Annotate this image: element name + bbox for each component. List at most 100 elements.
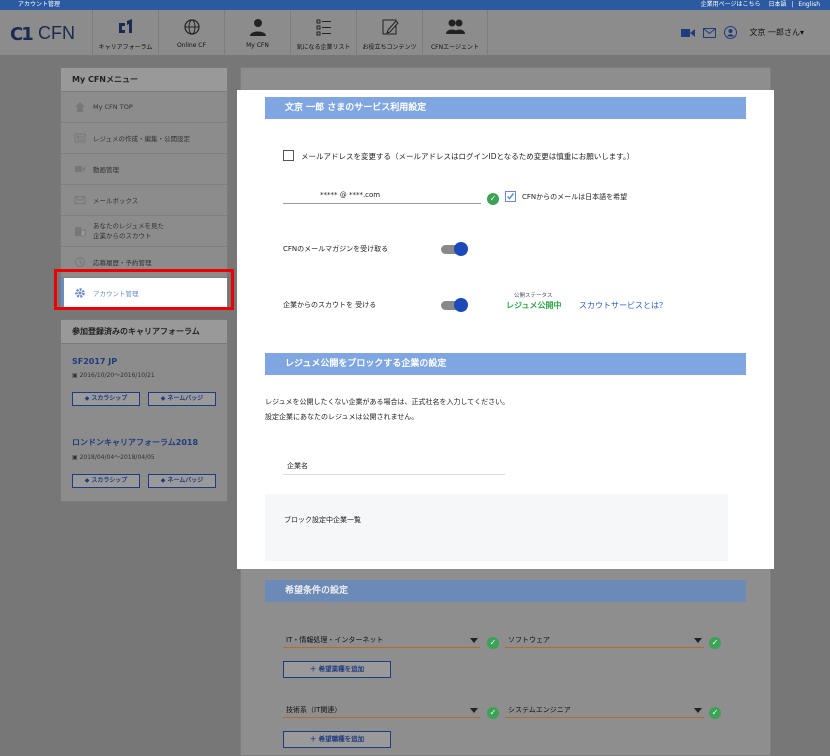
list-icon	[316, 19, 331, 36]
block-description-2: 設定企業にあなたのレジュメは公開されません。	[265, 413, 419, 421]
sidebar-item-label: 動画管理	[93, 166, 119, 174]
cf-logo-icon	[118, 19, 132, 33]
change-email-label: メールアドレスを変更する（メールアドレスはログインIDとなるため変更は慎重にお願…	[301, 152, 635, 161]
scholarship-label: スカラシップ	[91, 395, 128, 402]
nav-useful-content[interactable]: お役立ちコンテンツ	[356, 10, 422, 56]
add-industry-button[interactable]: ＋ 希望業種を追加	[283, 661, 391, 678]
check-icon: ✓	[487, 707, 499, 719]
public-status-value: レジュメ公開中	[506, 301, 562, 310]
name-badge-label: ネームバッジ	[167, 477, 204, 484]
lang-separator: |	[791, 1, 794, 8]
forum-name[interactable]: SF2017 JP	[72, 357, 216, 366]
japanese-mail-label: CFNからのメールは日本語を希望	[522, 193, 628, 201]
corporate-page-link[interactable]: 企業用ページはこちら	[701, 1, 761, 8]
magazine-label: CFNのメールマガジンを受け取る	[283, 245, 389, 253]
email-field[interactable]: ***** @ ****.com	[283, 188, 481, 204]
magazine-toggle[interactable]	[441, 242, 468, 256]
company-name-input[interactable]: 企業名	[283, 457, 505, 475]
sidebar-item-label: あなたのレジュメを見た 企業からのスカウト	[93, 221, 164, 241]
sidebar-item-label: My CFN TOP	[93, 103, 133, 111]
toggle-knob	[454, 242, 468, 256]
sidebar-item-label-line2: 企業からのスカウト	[93, 232, 152, 240]
select-value: 技術系（IT関連）	[286, 706, 342, 714]
job-select-2[interactable]: システムエンジニア	[505, 704, 704, 718]
forum-buttons: ◆ スカラシップ ◆ ネームバッジ	[72, 392, 216, 406]
forum-date-text: 2018/04/04〜2018/04/05	[79, 454, 155, 461]
dropdown-arrow-icon	[694, 638, 702, 643]
top-bar: アカウント管理 企業用ページはこちら 日本語 | English	[0, 0, 830, 10]
company-name-placeholder: 企業名	[287, 462, 308, 470]
dropdown-arrow-icon	[470, 638, 478, 643]
sidebar-item-mailbox[interactable]: メールボックス	[61, 185, 227, 216]
nav-cfn-agent[interactable]: CFNエージェント	[422, 10, 488, 56]
mail-icon	[74, 196, 86, 204]
forum-date: ▣ 2016/10/20〜2016/10/21	[72, 370, 216, 379]
nav-online-cf[interactable]: Online CF	[158, 10, 224, 56]
nav-label: お役立ちコンテンツ	[362, 44, 417, 51]
add-job-button[interactable]: ＋ 希望職種を追加	[283, 731, 391, 748]
video-icon	[75, 166, 85, 172]
forum-name[interactable]: ロンドンキャリアフォーラム2018	[72, 437, 216, 448]
forum-buttons: ◆ スカラシップ ◆ ネームバッジ	[72, 474, 216, 488]
sidebar-item-top[interactable]: My CFN TOP	[61, 92, 227, 123]
cfn-logo[interactable]: C1 CFN	[10, 20, 86, 45]
scout-service-link[interactable]: スカウトサービスとは？	[579, 300, 667, 311]
sidebar-item-account[interactable]: アカウント管理	[61, 278, 227, 309]
sidebar-item-video[interactable]: 動画管理	[61, 154, 227, 185]
forum-entry: SF2017 JP ▣ 2016/10/20〜2016/10/21 ◆ スカラシ…	[72, 357, 216, 406]
nav-career-forum[interactable]: キャリアフォーラム	[92, 10, 158, 56]
nav-my-cfn[interactable]: My CFN	[224, 10, 290, 56]
forum-entry: ロンドンキャリアフォーラム2018 ▣ 2018/04/04〜2018/04/0…	[72, 437, 216, 488]
globe-icon	[183, 19, 200, 35]
dropdown-arrow-icon	[694, 708, 702, 713]
select-value: システムエンジニア	[508, 706, 571, 714]
job-select-1[interactable]: 技術系（IT関連）	[283, 704, 480, 718]
user-menu[interactable]: 文京 一郎さん▾	[749, 27, 804, 38]
nav-favorite-companies[interactable]: 気になる企業リスト	[290, 10, 356, 56]
scholarship-button[interactable]: ◆ スカラシップ	[72, 392, 140, 406]
nav-label: Online CF	[177, 42, 206, 49]
mail-icon[interactable]	[703, 27, 717, 38]
check-icon: ✓	[709, 637, 721, 649]
industry-select-1[interactable]: IT・情報処理・インターネット	[283, 634, 480, 648]
calendar-icon: ▣	[72, 372, 80, 379]
block-settings-title: レジュメ公開をブロックする企業の設定	[265, 353, 746, 375]
nav-label: My CFN	[246, 42, 269, 49]
lang-ja-link[interactable]: 日本語	[768, 1, 786, 8]
my-cfn-menu: My CFNメニュー My CFN TOP レジュメの作成・編集・公開設定 動画…	[60, 67, 228, 310]
industry-select-2[interactable]: ソフトウェア	[505, 634, 704, 648]
nav-label: キャリアフォーラム	[98, 44, 153, 51]
nav-label: 気になる企業リスト	[296, 44, 351, 51]
gear-icon	[75, 288, 85, 298]
name-badge-button[interactable]: ◆ ネームバッジ	[148, 474, 216, 488]
sidebar-item-label: レジュメの作成・編集・公開設定	[93, 135, 191, 143]
user-avatar-icon[interactable]	[724, 26, 738, 39]
blocked-companies-list: ブロック設定中企業一覧	[265, 494, 728, 561]
main-nav: キャリアフォーラム Online CF My CFN 気になる企業リスト お役立…	[92, 10, 488, 56]
scholarship-button[interactable]: ◆ スカラシップ	[72, 474, 140, 488]
check-icon: ✓	[487, 637, 499, 649]
block-description-1: レジュメを公開したくない企業がある場合は、正式社名を入力してください。	[265, 398, 510, 406]
scout-toggle[interactable]	[441, 298, 468, 312]
toggle-knob	[454, 298, 468, 312]
people-icon	[446, 19, 465, 34]
resume-icon	[74, 133, 86, 143]
check-icon: ✓	[709, 707, 721, 719]
name-badge-button[interactable]: ◆ ネームバッジ	[148, 392, 216, 406]
registered-forums: 参加登録済みのキャリアフォーラム SF2017 JP ▣ 2016/10/20〜…	[60, 319, 228, 502]
logo-text: CFN	[38, 23, 75, 43]
name-badge-label: ネームバッジ	[167, 395, 204, 402]
lang-en-link[interactable]: English	[798, 1, 820, 8]
sidebar-item-resume[interactable]: レジュメの作成・編集・公開設定	[61, 123, 227, 154]
person-icon	[249, 19, 266, 36]
sidebar-item-scout[interactable]: あなたのレジュメを見た 企業からのスカウト	[61, 216, 227, 247]
select-value: IT・情報処理・インターネット	[286, 636, 384, 644]
japanese-mail-checkbox[interactable]	[505, 191, 516, 202]
change-email-checkbox[interactable]	[283, 150, 294, 161]
header-actions: 文京 一郎さん▾	[681, 26, 804, 39]
public-status-caption: 公開ステータス	[514, 293, 553, 299]
video-icon[interactable]	[681, 28, 696, 38]
logo-mark: C1	[10, 24, 34, 45]
sidebar-item-history[interactable]: 応募履歴・予約管理	[61, 247, 227, 278]
calendar-icon: ▣	[72, 454, 80, 461]
